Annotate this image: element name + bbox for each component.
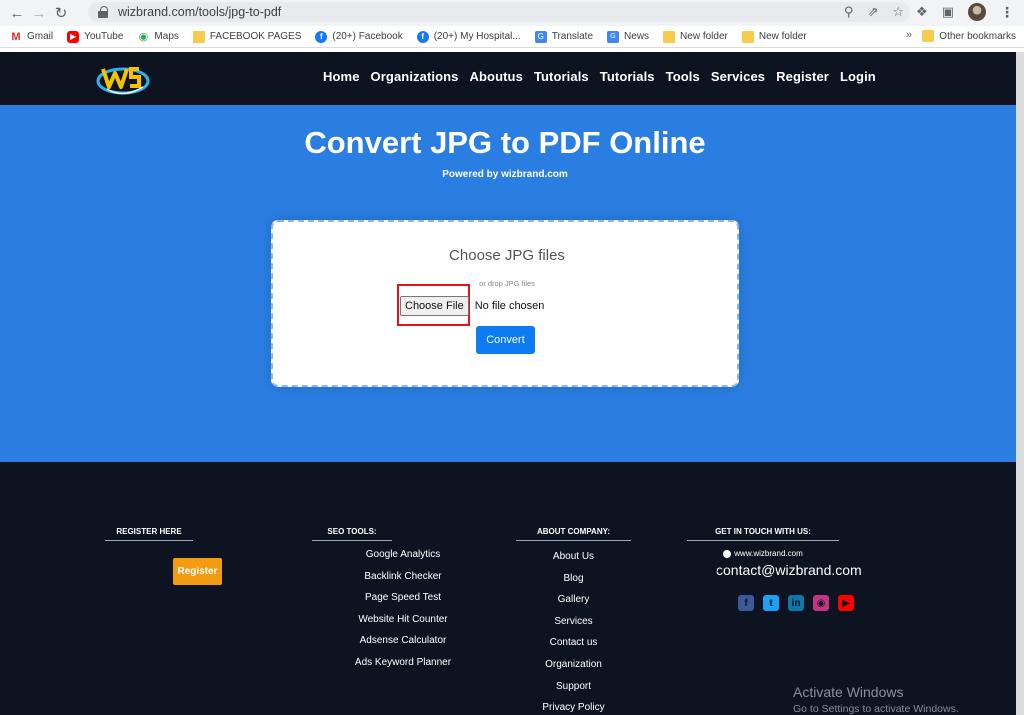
maps-icon: ◉ <box>137 30 150 43</box>
bookmark-new-folder-2[interactable]: New folder <box>741 30 807 43</box>
bookmarks-overflow-icon[interactable]: » <box>906 29 912 41</box>
footer-register-heading: REGISTER HERE <box>105 527 193 541</box>
hero-section: Convert JPG to PDF Online Powered by wiz… <box>0 105 1024 462</box>
choose-file-button[interactable]: Choose File <box>400 296 469 316</box>
gmail-icon: M <box>10 30 22 43</box>
folder-icon <box>663 30 676 43</box>
bookmarks-bar: M Gmail ▶ YouTube ◉ Maps FACEBOOK PAGES f (2… <box>0 26 1024 48</box>
bookmark-translate[interactable]: G Translate <box>534 30 593 43</box>
social-links: f t in ◉ ▶ <box>738 595 854 611</box>
footer-link-privacy-policy[interactable]: Privacy Policy <box>516 702 631 715</box>
bookmark-new-folder-1[interactable]: New folder <box>663 30 728 43</box>
twitter-icon[interactable]: t <box>763 595 779 611</box>
bookmark-youtube[interactable]: ▶ YouTube <box>67 30 123 43</box>
youtube-icon[interactable]: ▶ <box>838 595 854 611</box>
youtube-icon: ▶ <box>67 30 80 43</box>
upload-dropzone[interactable]: Choose JPG files or drop JPG files Choos… <box>271 220 739 387</box>
nav-login[interactable]: Login <box>840 69 876 84</box>
back-icon[interactable]: ← <box>6 2 28 24</box>
forward-icon[interactable]: → <box>28 2 50 24</box>
footer-contact-heading: GET IN TOUCH WITH US: <box>687 527 839 541</box>
wizbrand-logo[interactable] <box>95 59 151 99</box>
footer-link-google-analytics[interactable]: Google Analytics <box>343 549 463 571</box>
footer-contact-col: GET IN TOUCH WITH US: www.wizbrand.com c… <box>687 527 862 578</box>
footer-website[interactable]: www.wizbrand.com <box>687 549 839 558</box>
footer-register-button[interactable]: Register <box>173 558 222 585</box>
browser-toolbar: ← → ↻ wizbrand.com/tools/jpg-to-pdf ⚲ ⇗ … <box>0 0 1024 26</box>
footer-seo-col: SEO TOOLS: <box>312 527 392 541</box>
page-title: Convert JPG to PDF Online <box>304 125 706 160</box>
side-panel-icon[interactable]: ▣ <box>942 4 954 20</box>
card-heading: Choose JPG files <box>449 247 565 264</box>
footer-link-services[interactable]: Services <box>516 616 631 638</box>
footer-link-adsense-calculator[interactable]: Adsense Calculator <box>343 635 463 657</box>
bookmark-facebook[interactable]: f (20+) Facebook <box>315 30 403 43</box>
folder-icon <box>741 30 754 43</box>
bookmark-maps[interactable]: ◉ Maps <box>137 30 179 43</box>
footer-link-ads-keyword-planner[interactable]: Ads Keyword Planner <box>343 657 463 679</box>
url-text: wizbrand.com/tools/jpg-to-pdf <box>118 5 282 19</box>
nav-home[interactable]: Home <box>323 69 360 84</box>
bookmark-facebook-pages[interactable]: FACEBOOK PAGES <box>192 30 301 43</box>
footer-email[interactable]: contact@wizbrand.com <box>711 562 862 578</box>
menu-kebab-icon[interactable]: ⋮ <box>1000 4 1014 21</box>
folder-icon <box>192 30 205 43</box>
linkedin-icon[interactable]: in <box>788 595 804 611</box>
page-scrollbar[interactable] <box>1016 52 1024 715</box>
footer-link-contact-us[interactable]: Contact us <box>516 637 631 659</box>
activate-windows-title: Activate Windows <box>793 684 904 700</box>
site-navbar: Home Organizations Aboutus Tutorials Tut… <box>0 52 1024 105</box>
nav-tools[interactable]: Tools <box>666 69 700 84</box>
bookmark-my-hospital[interactable]: f (20+) My Hospital... <box>416 30 521 43</box>
extensions-icon[interactable]: ❖ <box>916 4 928 20</box>
facebook-icon[interactable]: f <box>738 595 754 611</box>
nav-aboutus[interactable]: Aboutus <box>470 69 523 84</box>
hero-subtitle: Powered by wizbrand.com <box>442 169 568 180</box>
footer-register-col: REGISTER HERE <box>105 527 193 541</box>
nav-register[interactable]: Register <box>776 69 829 84</box>
footer-about-heading: ABOUT COMPANY: <box>516 527 631 541</box>
folder-icon <box>922 30 935 42</box>
footer-link-website-hit-counter[interactable]: Website Hit Counter <box>343 614 463 636</box>
site-footer: REGISTER HERE Register SEO TOOLS: Google… <box>0 462 1024 715</box>
drop-hint: or drop JPG files <box>479 279 535 288</box>
footer-link-about-us[interactable]: About Us <box>516 551 631 573</box>
lock-icon[interactable] <box>98 6 108 18</box>
footer-link-support[interactable]: Support <box>516 681 631 703</box>
footer-link-gallery[interactable]: Gallery <box>516 594 631 616</box>
footer-link-blog[interactable]: Blog <box>516 573 631 595</box>
zoom-icon[interactable]: ⚲ <box>844 4 854 20</box>
nav-organizations[interactable]: Organizations <box>371 69 459 84</box>
globe-icon <box>723 549 732 558</box>
footer-link-backlink-checker[interactable]: Backlink Checker <box>343 571 463 593</box>
other-bookmarks[interactable]: Other bookmarks <box>922 30 1016 42</box>
profile-avatar[interactable] <box>968 3 986 21</box>
footer-seo-list: Google Analytics Backlink Checker Page S… <box>343 546 463 679</box>
address-bar[interactable]: wizbrand.com/tools/jpg-to-pdf ⚲ ⇗ ☆ <box>88 2 910 22</box>
reload-icon[interactable]: ↻ <box>50 2 72 24</box>
instagram-icon[interactable]: ◉ <box>813 595 829 611</box>
nav-tutorials-1[interactable]: Tutorials <box>534 69 589 84</box>
nav-services[interactable]: Services <box>711 69 765 84</box>
footer-link-organization[interactable]: Organization <box>516 659 631 681</box>
footer-seo-heading: SEO TOOLS: <box>312 527 392 541</box>
footer-link-page-speed-test[interactable]: Page Speed Test <box>343 592 463 614</box>
news-icon: G <box>607 30 620 43</box>
convert-button[interactable]: Convert <box>476 326 535 354</box>
facebook-icon: f <box>416 30 429 43</box>
share-icon[interactable]: ⇗ <box>867 4 878 20</box>
star-icon[interactable]: ☆ <box>892 4 904 20</box>
activate-windows-subtitle: Go to Settings to activate Windows. <box>793 703 959 715</box>
nav-tutorials-2[interactable]: Tutorials <box>600 69 655 84</box>
file-status: No file chosen <box>474 300 545 312</box>
facebook-icon: f <box>315 30 328 43</box>
bookmark-gmail[interactable]: M Gmail <box>10 30 53 43</box>
bookmark-news[interactable]: G News <box>607 30 649 43</box>
footer-about-col: ABOUT COMPANY: About Us Blog Gallery Ser… <box>516 527 631 715</box>
translate-icon: G <box>534 30 547 43</box>
